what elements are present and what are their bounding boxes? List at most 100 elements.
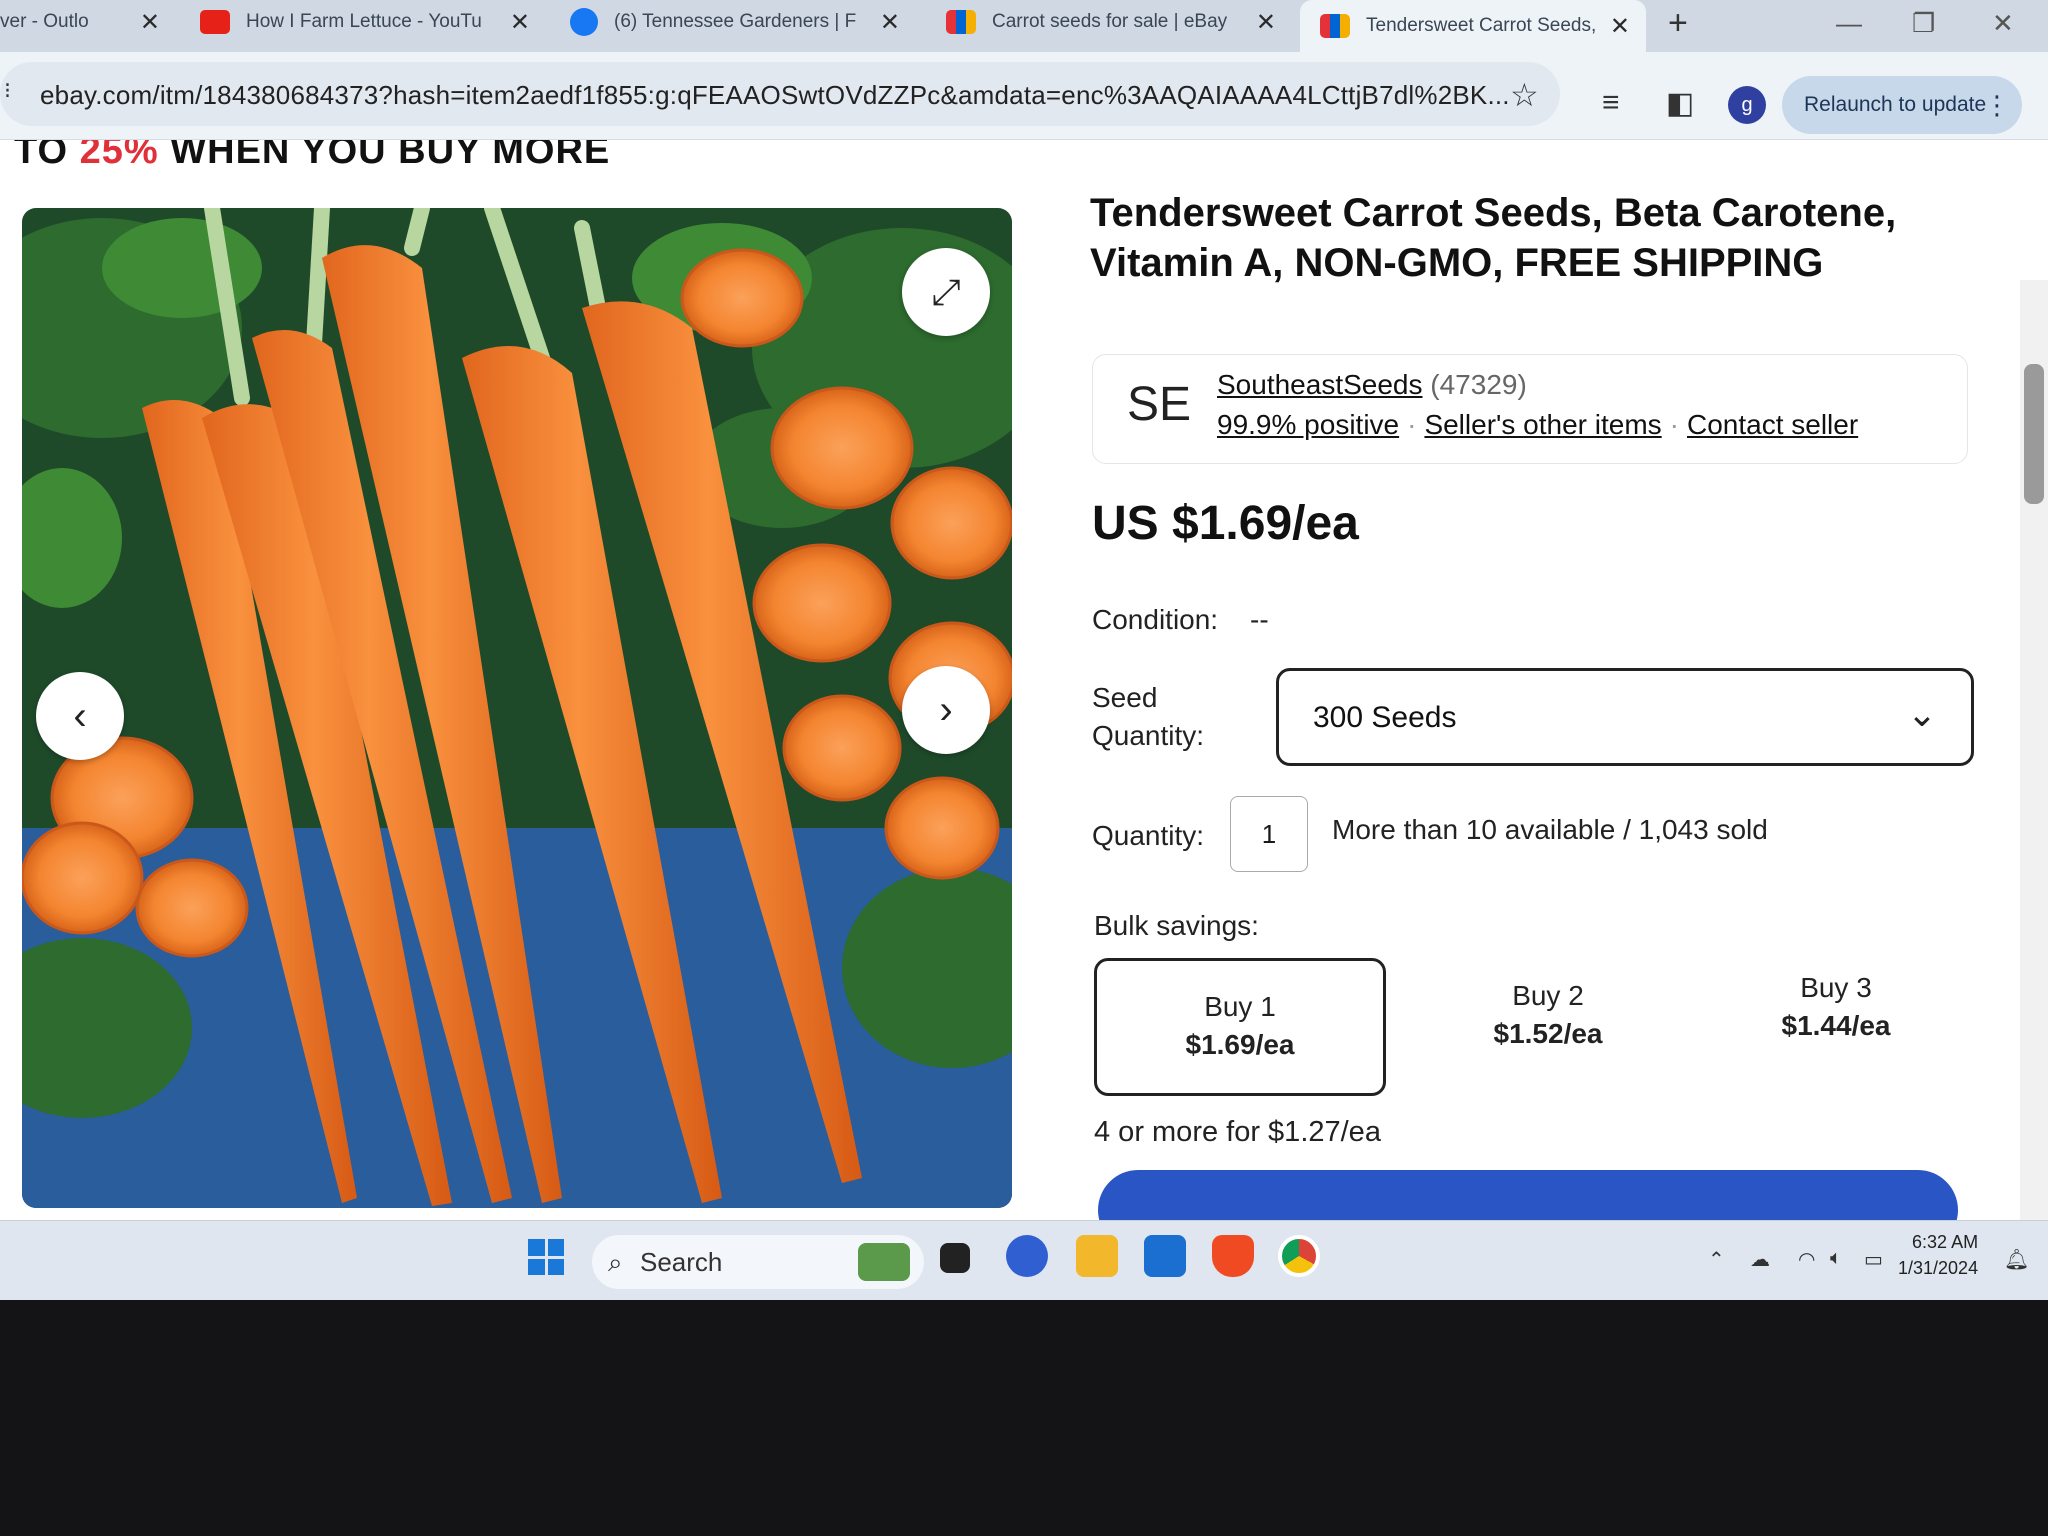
product-image-gallery[interactable]: ⤢ ‹ › xyxy=(22,208,1012,1208)
chrome-icon[interactable] xyxy=(1278,1235,1320,1277)
tier-label: Buy 1 xyxy=(1204,991,1276,1022)
previous-image-button[interactable]: ‹ xyxy=(36,672,124,760)
close-icon[interactable]: ✕ xyxy=(1610,12,1630,41)
browser-toolbar: ⁝ ebay.com/itm/184380684373?hash=item2ae… xyxy=(0,52,2048,140)
seed-quantity-label-line1: Seed xyxy=(1092,682,1158,713)
clock-date: 1/31/2024 xyxy=(1898,1258,1979,1278)
seller-name-row: SoutheastSeeds (47329) xyxy=(1217,369,1527,401)
close-icon[interactable]: ✕ xyxy=(1256,8,1276,37)
next-image-button[interactable]: › xyxy=(902,666,990,754)
tier-price: $1.52/ea xyxy=(1493,1018,1603,1049)
close-window-icon[interactable]: ✕ xyxy=(1992,8,2014,39)
monitor-bezel xyxy=(0,1300,2048,1536)
seller-name-link[interactable]: SoutheastSeeds xyxy=(1217,369,1423,400)
volume-icon[interactable]: 🔈︎ xyxy=(1830,1247,1842,1270)
bulk-more-text: 4 or more for $1.27/ea xyxy=(1094,1116,1381,1148)
ebay-item-page: TO 25% WHEN YOU BUY MORE ⤢ ‹ › Tenderswe… xyxy=(0,140,2048,1220)
seller-avatar: SE xyxy=(1127,378,1192,431)
tab-title: How I Farm Lettuce - YouTu xyxy=(246,11,482,32)
close-icon[interactable]: ✕ xyxy=(510,8,530,37)
promo-prefix: TO xyxy=(14,140,80,172)
close-icon[interactable]: ✕ xyxy=(140,8,160,37)
more-menu-icon[interactable]: ⋮ xyxy=(1984,76,2010,134)
quantity-input[interactable]: 1 xyxy=(1230,796,1308,872)
condition-label: Condition: xyxy=(1092,604,1219,635)
windows-start-icon[interactable] xyxy=(528,1239,564,1275)
site-info-icon[interactable]: ⁝ xyxy=(4,78,11,104)
tab-ebay-search[interactable]: Carrot seeds for sale | eBay ✕ xyxy=(946,0,1276,44)
search-highlight-icon xyxy=(858,1243,910,1281)
product-title: Tendersweet Carrot Seeds, Beta Carotene,… xyxy=(1090,191,1897,285)
onedrive-icon[interactable]: ☁ xyxy=(1750,1247,1770,1272)
tab-outlook[interactable]: ver - Outlo ✕ xyxy=(0,0,160,44)
url-text[interactable]: ebay.com/itm/184380684373?hash=item2aedf… xyxy=(40,80,1510,111)
brave-browser-icon[interactable] xyxy=(1212,1235,1254,1277)
search-placeholder: Search xyxy=(640,1247,723,1277)
bulk-tier-buy-1[interactable]: Buy 1 $1.69/ea xyxy=(1094,958,1386,1096)
windows-taskbar: ⌕ Search ⌃ ☁ ◠ 🔈︎ ▭ 6:32 AM 1/31/2024 🔔︎ xyxy=(0,1220,2048,1300)
relaunch-label: Relaunch to update xyxy=(1804,93,1987,116)
tier-price: $1.44/ea xyxy=(1781,1010,1891,1041)
side-panel-icon[interactable]: ◧ xyxy=(1666,86,1694,121)
tier-label: Buy 2 xyxy=(1512,980,1584,1011)
close-icon[interactable]: ✕ xyxy=(880,8,900,37)
tier-label: Buy 3 xyxy=(1800,972,1872,1003)
ebay-icon xyxy=(1320,14,1350,38)
seller-links-row: 99.9% positive · Seller's other items · Cont… xyxy=(1217,409,1858,441)
battery-icon[interactable]: ▭ xyxy=(1864,1247,1883,1272)
minimize-icon[interactable]: — xyxy=(1836,8,1862,39)
seller-feedback-count: (47329) xyxy=(1430,369,1527,400)
search-icon: ⌕ xyxy=(608,1247,623,1277)
profile-avatar[interactable]: g xyxy=(1728,86,1766,124)
carrot-product-image xyxy=(22,208,1012,1208)
tab-ebay-item[interactable]: Tendersweet Carrot Seeds, F ✕ xyxy=(1300,0,1646,52)
tab-strip: ver - Outlo ✕ How I Farm Lettuce - YouTu… xyxy=(0,0,2048,52)
system-clock[interactable]: 6:32 AM 1/31/2024 xyxy=(1898,1229,1978,1281)
screen: ver - Outlo ✕ How I Farm Lettuce - YouTu… xyxy=(0,0,2048,1300)
seed-quantity-select[interactable]: 300 Seeds ⌄ xyxy=(1276,668,1974,766)
teams-meet-icon[interactable] xyxy=(1006,1235,1048,1277)
wifi-icon[interactable]: ◠ xyxy=(1798,1247,1815,1272)
bookmark-star-icon[interactable]: ☆ xyxy=(1510,76,1539,114)
bulk-tier-buy-3[interactable]: Buy 3 $1.44/ea xyxy=(1690,958,1982,1096)
seed-quantity-selected: 300 Seeds xyxy=(1313,701,1457,734)
relaunch-button[interactable]: Relaunch to update ⋮ xyxy=(1782,76,2022,134)
restore-icon[interactable]: ❐ xyxy=(1912,8,1935,39)
tab-facebook[interactable]: (6) Tennessee Gardeners | F ✕ xyxy=(570,0,900,44)
ebay-icon xyxy=(946,10,976,34)
show-hidden-icons-icon[interactable]: ⌃ xyxy=(1708,1247,1725,1272)
bulk-tier-buy-2[interactable]: Buy 2 $1.52/ea xyxy=(1402,958,1694,1096)
buy-it-now-button[interactable] xyxy=(1098,1170,1958,1220)
tab-title: ver - Outlo xyxy=(0,11,89,32)
file-explorer-icon[interactable] xyxy=(1076,1235,1118,1277)
mail-icon[interactable] xyxy=(1144,1235,1186,1277)
quantity-label: Quantity: xyxy=(1092,820,1205,851)
item-price: US $1.69/ea xyxy=(1092,497,1359,550)
media-control-icon[interactable]: ≡ xyxy=(1602,86,1620,120)
seller-card: SE SoutheastSeeds (47329) 99.9% positive… xyxy=(1092,354,1968,464)
new-tab-button[interactable]: + xyxy=(1668,4,1688,43)
condition-value: -- xyxy=(1250,604,1269,635)
clock-time: 6:32 AM xyxy=(1912,1232,1979,1252)
seller-positive-link[interactable]: 99.9% positive xyxy=(1217,409,1399,440)
youtube-icon xyxy=(200,10,230,34)
promo-banner: TO 25% WHEN YOU BUY MORE xyxy=(14,140,610,173)
tab-title: Carrot seeds for sale | eBay xyxy=(992,11,1228,32)
tab-title: Tendersweet Carrot Seeds, F xyxy=(1366,15,1602,36)
promo-highlight: 25% xyxy=(79,140,159,172)
address-bar[interactable]: ⁝ ebay.com/itm/184380684373?hash=item2ae… xyxy=(0,62,1560,126)
seller-other-items-link[interactable]: Seller's other items xyxy=(1424,409,1661,440)
facebook-icon xyxy=(570,8,598,36)
availability-text: More than 10 available / 1,043 sold xyxy=(1332,814,1768,845)
task-view-icon[interactable] xyxy=(940,1243,970,1273)
scrollbar-thumb[interactable] xyxy=(2024,364,2044,504)
taskbar-search[interactable]: ⌕ Search xyxy=(592,1235,924,1289)
separator-dot: · xyxy=(1407,409,1417,440)
notification-bell-icon[interactable]: 🔔︎ xyxy=(2004,1247,2029,1272)
tab-youtube[interactable]: How I Farm Lettuce - YouTu ✕ xyxy=(200,0,530,44)
expand-image-button[interactable]: ⤢ xyxy=(902,248,990,336)
page-scrollbar[interactable] xyxy=(2020,280,2048,1220)
tab-title: (6) Tennessee Gardeners | F xyxy=(614,11,857,32)
promo-suffix: WHEN YOU BUY MORE xyxy=(158,140,611,172)
contact-seller-link[interactable]: Contact seller xyxy=(1687,409,1858,440)
